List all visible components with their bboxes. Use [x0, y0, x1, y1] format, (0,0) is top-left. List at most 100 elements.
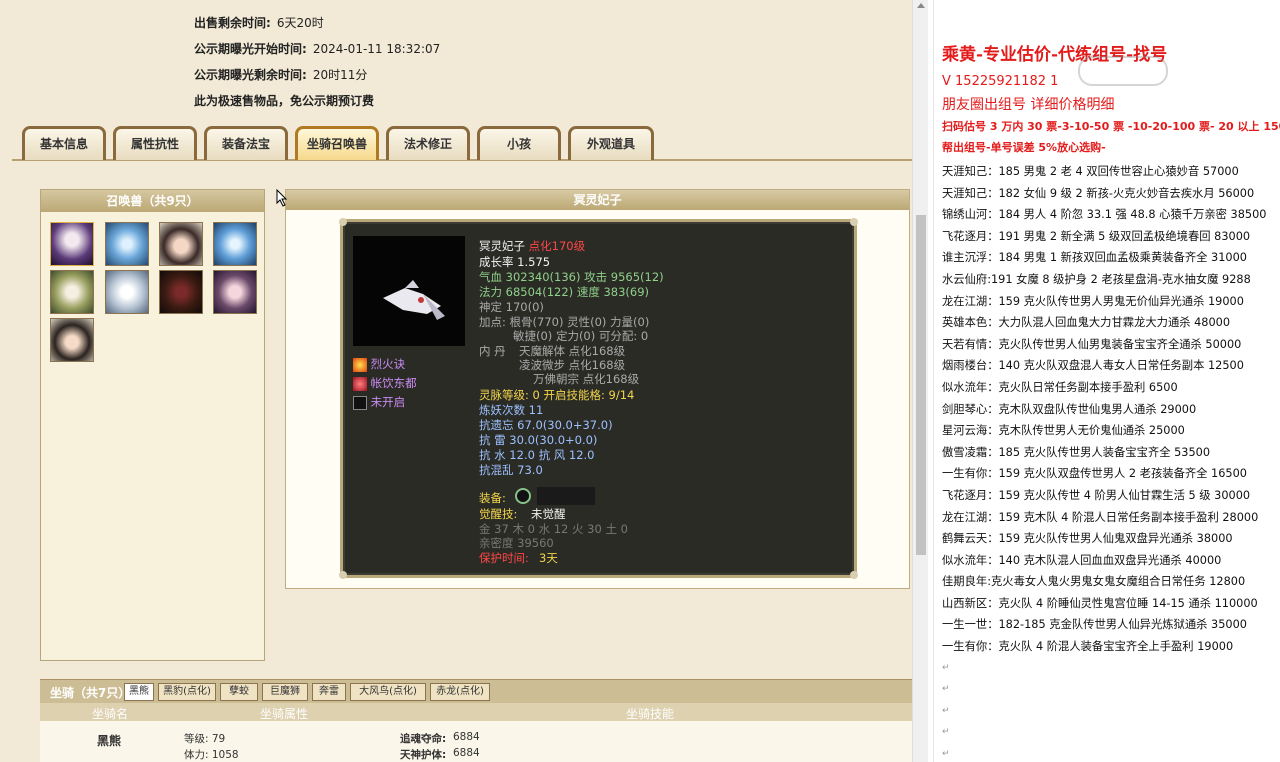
- pet-list-title: 召唤兽（共9只）: [41, 190, 264, 212]
- info-label: 此为极速售物品，免公示期预订费: [194, 94, 375, 108]
- flag-icon: [353, 376, 367, 391]
- tab-spell-mods[interactable]: 法术修正: [386, 126, 470, 160]
- tab-basic-info[interactable]: 基本信息: [22, 126, 106, 160]
- equip-slot-icon[interactable]: [515, 488, 531, 504]
- pet-equip-label: 装备:: [479, 491, 506, 505]
- mount-bar-title: 坐骑（共7只）: [50, 686, 131, 700]
- info-publicity-start: 公示期曝光开始时间: 2024-01-11 18:32:07: [194, 40, 440, 57]
- mount-level: 等级: 79: [184, 733, 226, 745]
- tab-appearance[interactable]: 外观道具: [568, 126, 654, 160]
- card-corner-ornament: [339, 571, 347, 579]
- pet-protect-value: 3天: [539, 551, 558, 565]
- pet-slot-6[interactable]: [105, 270, 149, 314]
- scrollbar-thumb[interactable]: [916, 215, 926, 555]
- listing-line: 一生一世：182-185 克金队传世男人仙异光炼狱通杀 35000: [942, 618, 1247, 632]
- pet-resist-thunder: 抗 雷 30.0(30.0+0.0): [479, 433, 598, 447]
- listing-line: 飞花逐月：191 男鬼 2 新全满 5 级双回孟极绝境春回 83000: [942, 229, 1251, 243]
- doc-margin-marks: [928, 0, 934, 762]
- listing-line: 鹤舞云天：159 克火队传世男人仙鬼双盘异光通杀 38000: [942, 532, 1233, 546]
- listing-line: 天涯知己：185 男鬼 2 老 4 双回传世容止心猿妙音 57000: [942, 165, 1239, 178]
- empty-paragraph-mark: ↵: [942, 662, 950, 673]
- listing-line: 星河云海：克木队传世男人无价鬼仙通杀 25000: [942, 424, 1185, 438]
- pet-skill-name: 帐饮东都: [370, 376, 417, 390]
- pet-growth: 成长率 1.575: [479, 255, 551, 269]
- tab-children[interactable]: 小孩: [477, 126, 561, 160]
- tab-attributes[interactable]: 属性抗性: [113, 126, 197, 160]
- col-mount-attr: 坐骑属性: [260, 707, 309, 721]
- empty-paragraph-mark: ↵: [942, 705, 950, 716]
- pet-name-text: 冥灵妃子: [479, 239, 525, 253]
- listing-line: 锦绣山河：184 男人 4 阶忽 33.1 强 48.8 心猿千万亲密 3850…: [942, 208, 1267, 222]
- vertical-scrollbar[interactable]: [912, 0, 928, 762]
- listing-line: 英雄本色：大力队混人回血鬼大力甘霖龙大力通杀 48000: [942, 316, 1231, 330]
- pet-slot-7[interactable]: [159, 270, 203, 314]
- mount-tab-1[interactable]: 黑熊: [124, 683, 154, 701]
- pet-skill-name: 未开启: [370, 395, 406, 409]
- pet-skill-3: 未开启: [353, 394, 405, 410]
- mount-tab-4[interactable]: 巨魔狮: [262, 683, 308, 701]
- pet-points-2: 敏捷(0) 定力(0) 可分配: 0: [513, 329, 649, 343]
- pet-neidan-3: 万佛朝宗 点化168级: [533, 372, 640, 386]
- pet-protect-label: 保护时间:: [479, 551, 529, 565]
- pet-name: 冥灵妃子 点化170级: [479, 238, 585, 254]
- info-label: 公示期曝光开始时间:: [194, 42, 307, 56]
- info-sale-remaining: 出售剩余时间: 6天20时: [194, 14, 324, 31]
- pet-slot-4[interactable]: [213, 222, 257, 266]
- listing-line: 似水流年：克火队日常任务副本接手盈利 6500: [942, 380, 1178, 394]
- card-corner-ornament: [850, 571, 858, 579]
- empty-paragraph-mark: ↵: [942, 749, 950, 760]
- listing-line: 一生有你：159 克火队双盘传世男人 2 老孩装备齐全 16500: [942, 467, 1247, 481]
- mount-skill-1-value: 6884: [453, 731, 480, 743]
- listing-line: 佳期良年:克火毒女人鬼火男鬼女鬼女魔组合日常任务 12800: [942, 575, 1246, 589]
- mount-skill-1-label: 追魂夺命:: [400, 733, 447, 745]
- pet-sense: 神定 170(0): [479, 300, 544, 314]
- mount-tab-6[interactable]: 大风鸟(点化): [350, 683, 426, 701]
- listing-line: 一生有你：克火队 4 阶混人装备宝宝齐全上手盈利 19000: [942, 640, 1234, 654]
- listing-line: 剑胆琴心：克木队双盘队传世仙鬼男人通杀 29000: [942, 402, 1197, 416]
- mount-tab-7[interactable]: 赤龙(点化): [430, 683, 490, 701]
- pet-slot-3[interactable]: [159, 222, 203, 266]
- info-value: 2024-01-11 18:32:07: [312, 42, 441, 56]
- mount-name: 黑熊: [97, 734, 122, 748]
- mount-stamina: 体力: 1058: [184, 749, 239, 761]
- tab-mounts-pets[interactable]: 坐骑召唤兽: [295, 126, 379, 160]
- mount-skill-2-value: 6884: [453, 747, 480, 759]
- trade-detail-panel: 出售剩余时间: 6天20时 公示期曝光开始时间: 2024-01-11 18:32:…: [0, 0, 912, 762]
- equip-slot-blurred: [537, 487, 595, 505]
- tab-equipment[interactable]: 装备法宝: [204, 126, 288, 160]
- pet-slot-5[interactable]: [50, 270, 94, 314]
- listing-line: 飞花逐月：159 克火队传世 4 阶男人仙甘霖生活 5 级 30000: [942, 488, 1251, 502]
- mount-tab-5[interactable]: 奔雷: [312, 683, 346, 701]
- pet-awaken-label: 觉醒技:: [479, 507, 518, 521]
- listing-line: 天涯知己：182 女仙 9 级 2 新孩-火克火妙音去疾水月 56000: [942, 186, 1255, 200]
- pet-refine-count: 炼妖次数 11: [479, 403, 544, 417]
- listing-line: 龙在江湖：159 克火队传世男人男鬼无价仙异光通杀 19000: [942, 294, 1244, 308]
- listing-lines: 天涯知己：185 男鬼 2 老 4 双回传世容止心猿妙音 57000 天涯知己：…: [942, 161, 1278, 762]
- pet-skill-name: 烈火诀: [370, 357, 406, 371]
- empty-paragraph-mark: ↵: [942, 727, 950, 738]
- pet-slot-2[interactable]: [105, 222, 149, 266]
- doc-rule-2: 帮出组号-单号误差 5%放心选购-: [942, 141, 1106, 154]
- info-label: 出售剩余时间:: [194, 16, 271, 30]
- document-panel: 乘黄-专业估价-代练组号-找号 V 15225921182 1 朋友圈出组号 详…: [928, 0, 1280, 762]
- doc-moments: 朋友圈出组号 详细价格明细: [942, 97, 1115, 113]
- pet-slot-9[interactable]: [50, 318, 94, 362]
- pet-slot-8[interactable]: [213, 270, 257, 314]
- mount-tab-3[interactable]: 孽蛟: [220, 683, 258, 701]
- pet-upgrade-note: 点化170级: [528, 239, 586, 253]
- info-fast-sale-note: 此为极速售物品，免公示期预订费: [194, 92, 374, 109]
- pet-slot-1[interactable]: [50, 222, 94, 266]
- pet-intimacy: 亲密度 39560: [479, 536, 554, 550]
- mount-table-header: 坐骑名 坐骑属性 坐骑技能: [40, 703, 912, 721]
- pet-detail-title: 冥灵妃子: [286, 190, 909, 210]
- scroll-up-arrow-icon[interactable]: [917, 3, 925, 8]
- listing-line: 龙在江湖：159 克木队 4 阶混人日常任务副本接手盈利 28000: [942, 510, 1259, 524]
- fire-icon: [353, 357, 367, 372]
- doc-phone: V 15225921182 1: [942, 74, 1059, 89]
- listing-line: 似水流年：140 克木队混人回血血双盘异光通杀 40000: [942, 553, 1222, 567]
- listing-line: 山西新区：克火队 4 阶睡仙灵性鬼宫位睡 14-15 通杀 110000: [942, 596, 1258, 610]
- pet-resist-forget: 抗遗忘 67.0(30.0+37.0): [479, 418, 613, 432]
- info-label: 公示期曝光剩余时间:: [194, 68, 307, 82]
- pet-resist-water-wind: 抗 水 12.0 抗 风 12.0: [479, 448, 595, 462]
- mount-tab-2[interactable]: 黑豹(点化): [158, 683, 216, 701]
